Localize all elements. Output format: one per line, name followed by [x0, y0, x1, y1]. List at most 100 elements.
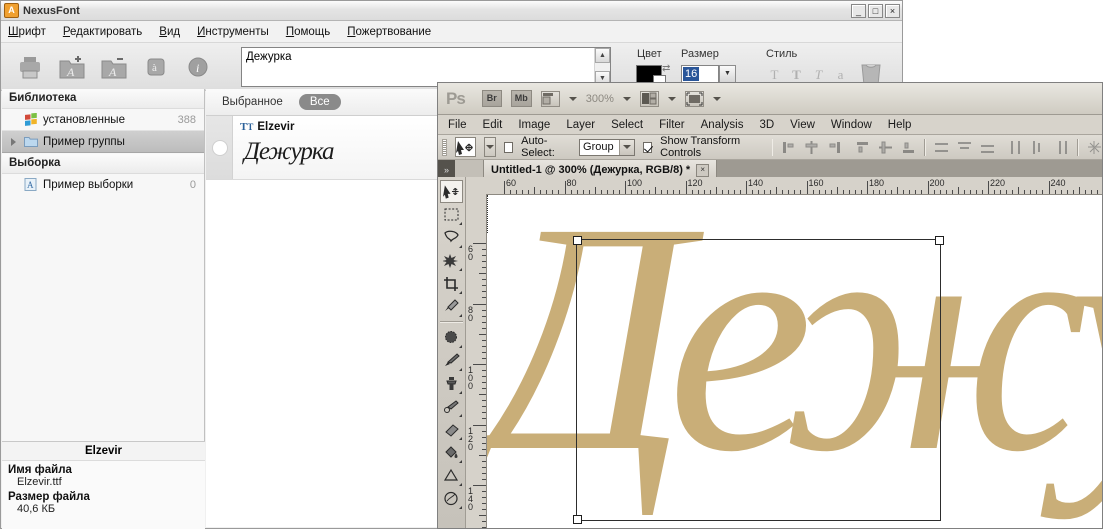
show-transform-controls-checkbox[interactable]: [643, 142, 653, 153]
distribute-vertical-centers-button[interactable]: [957, 140, 972, 155]
align-vertical-centers-button[interactable]: [878, 140, 893, 155]
spot-healing-brush-tool[interactable]: [440, 326, 463, 349]
transform-handle-top-right[interactable]: [935, 236, 944, 245]
auto-select-chevron-down-icon[interactable]: [619, 140, 634, 155]
distribute-right-edges-button[interactable]: [1054, 140, 1069, 155]
view-extras-icon[interactable]: [541, 91, 560, 107]
menu-item-help[interactable]: Помощь: [286, 26, 330, 38]
add-folder-icon[interactable]: A: [53, 48, 91, 86]
sample-scrollbar[interactable]: ▲ ▼: [594, 48, 610, 86]
swap-colors-icon[interactable]: ⇄: [662, 63, 670, 74]
ps-menu-filter[interactable]: Filter: [659, 119, 685, 131]
size-dropdown-arrow[interactable]: ▼: [719, 65, 736, 83]
ps-menu-analysis[interactable]: Analysis: [701, 119, 744, 131]
transform-handle-bottom-left[interactable]: [573, 515, 582, 524]
ps-menu-3d[interactable]: 3D: [759, 119, 774, 131]
gradient-tool[interactable]: [440, 464, 463, 487]
lasso-tool[interactable]: [440, 226, 463, 249]
font-set-icon: A: [24, 178, 38, 192]
style-regular-button[interactable]: T: [766, 67, 783, 83]
document-close-icon[interactable]: ×: [696, 164, 709, 177]
minimize-button[interactable]: _: [851, 4, 866, 18]
zoom-chevron-down-icon[interactable]: [623, 97, 631, 101]
distribute-bottom-edges-button[interactable]: [980, 140, 995, 155]
ps-menu-window[interactable]: Window: [831, 119, 872, 131]
horizontal-ruler[interactable]: 6080100120140160180200220240: [486, 177, 1102, 195]
close-button[interactable]: ×: [885, 4, 900, 18]
ps-menu-layer[interactable]: Layer: [566, 119, 595, 131]
mini-bridge-button[interactable]: Mb: [511, 90, 532, 107]
blur-tool[interactable]: [440, 487, 463, 510]
magic-wand-tool[interactable]: [440, 249, 463, 272]
tab-all[interactable]: Все: [299, 94, 341, 110]
clone-stamp-tool[interactable]: [440, 372, 463, 395]
menu-item-view[interactable]: Вид: [159, 26, 180, 38]
ruler-corner[interactable]: [466, 177, 487, 195]
menu-item-font[interactable]: Шрифт: [8, 26, 46, 38]
ps-menu-image[interactable]: Image: [518, 119, 550, 131]
3d-axis-widget-icon[interactable]: [1087, 140, 1102, 155]
maximize-button[interactable]: □: [868, 4, 883, 18]
rectangular-marquee-tool[interactable]: [440, 203, 463, 226]
menu-item-edit[interactable]: Редактировать: [63, 26, 142, 38]
style-italic-button[interactable]: T: [810, 67, 827, 83]
size-value[interactable]: 16: [683, 67, 699, 81]
align-top-edges-button[interactable]: [855, 140, 870, 155]
align-bottom-edges-button[interactable]: [901, 140, 916, 155]
sidebar-item-example-group[interactable]: Пример группы: [2, 130, 204, 153]
ps-menu-view[interactable]: View: [790, 119, 815, 131]
ps-menu-file[interactable]: File: [448, 119, 467, 131]
ruler-minor-tick: [673, 190, 674, 194]
ps-menu-help[interactable]: Help: [888, 119, 912, 131]
options-bar-grip[interactable]: [442, 139, 447, 156]
character-map-icon[interactable]: à: [137, 48, 175, 86]
align-right-edges-button[interactable]: [827, 140, 842, 155]
ruler-label: 200: [928, 178, 945, 188]
sidebar-item-installed[interactable]: установленные 388: [2, 109, 204, 130]
arrange-documents-icon[interactable]: [640, 91, 659, 107]
crop-tool[interactable]: [440, 272, 463, 295]
screen-mode-icon[interactable]: [685, 91, 704, 107]
menu-item-donate[interactable]: Пожертвование: [347, 26, 431, 38]
zoom-level[interactable]: 300%: [586, 93, 614, 105]
style-antialias-button[interactable]: a: [832, 67, 849, 83]
style-bold-button[interactable]: T: [788, 67, 805, 83]
tab-selected[interactable]: Выбранное: [216, 94, 289, 110]
tool-preset-chevron-down-icon[interactable]: [484, 137, 495, 157]
info-icon[interactable]: i: [179, 48, 217, 86]
document-canvas[interactable]: Дежурка: [487, 195, 1102, 528]
remove-folder-icon[interactable]: A: [95, 48, 133, 86]
expand-triangle-icon[interactable]: [11, 138, 16, 146]
ps-menu-select[interactable]: Select: [611, 119, 643, 131]
sample-text-value[interactable]: Дежурка: [242, 48, 594, 86]
scroll-up-icon[interactable]: ▲: [595, 48, 610, 63]
font-select-dot[interactable]: [212, 140, 228, 156]
align-horizontal-centers-button[interactable]: [804, 140, 819, 155]
ruler-minor-tick: [583, 190, 584, 194]
arrange-chevron-down-icon[interactable]: [668, 97, 676, 101]
brush-tool[interactable]: [440, 349, 463, 372]
eraser-tool[interactable]: [440, 418, 463, 441]
size-input[interactable]: 16: [681, 65, 719, 83]
bridge-button[interactable]: Br: [482, 90, 502, 107]
transform-handle-top-left[interactable]: [573, 236, 582, 245]
distribute-left-edges-button[interactable]: [1008, 140, 1023, 155]
auto-select-group-dropdown[interactable]: Group: [579, 139, 635, 156]
screen-mode-chevron-down-icon[interactable]: [713, 97, 721, 101]
move-tool[interactable]: [440, 180, 463, 203]
vertical-ruler[interactable]: 6080100120140: [466, 194, 487, 528]
print-icon[interactable]: [11, 48, 49, 86]
eyedropper-tool[interactable]: [440, 295, 463, 318]
history-brush-tool[interactable]: [440, 395, 463, 418]
sample-text-input[interactable]: Дежурка ▲ ▼: [241, 47, 611, 87]
sidebar-item-example-selection[interactable]: A Пример выборки 0: [2, 174, 204, 195]
paint-bucket-tool[interactable]: [440, 441, 463, 464]
current-tool-icon[interactable]: [455, 137, 477, 157]
auto-select-checkbox[interactable]: [504, 142, 514, 153]
menu-item-tools[interactable]: Инструменты: [197, 26, 269, 38]
distribute-top-edges-button[interactable]: [934, 140, 949, 155]
align-left-edges-button[interactable]: [781, 140, 796, 155]
distribute-horizontal-centers-button[interactable]: [1031, 140, 1046, 155]
ps-menu-edit[interactable]: Edit: [483, 119, 503, 131]
view-extras-chevron-down-icon[interactable]: [569, 97, 577, 101]
